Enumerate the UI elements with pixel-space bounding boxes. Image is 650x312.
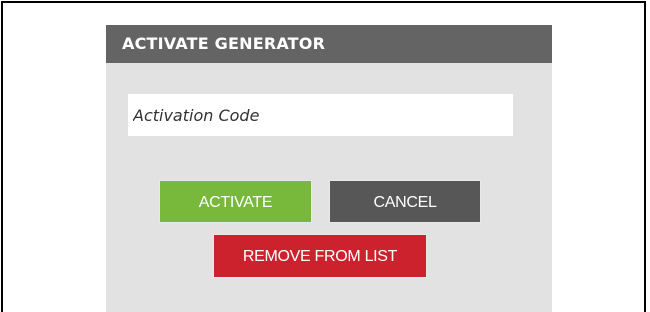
activation-code-input[interactable] [128, 94, 513, 136]
activate-generator-dialog: ACTIVATE GENERATOR ACTIVATE CANCEL REMOV… [106, 25, 552, 312]
cancel-button[interactable]: CANCEL [329, 180, 481, 223]
activate-button[interactable]: ACTIVATE [159, 180, 312, 223]
dialog-header: ACTIVATE GENERATOR [106, 25, 552, 63]
remove-from-list-button[interactable]: REMOVE FROM LIST [213, 234, 427, 278]
dialog-title: ACTIVATE GENERATOR [122, 34, 326, 53]
